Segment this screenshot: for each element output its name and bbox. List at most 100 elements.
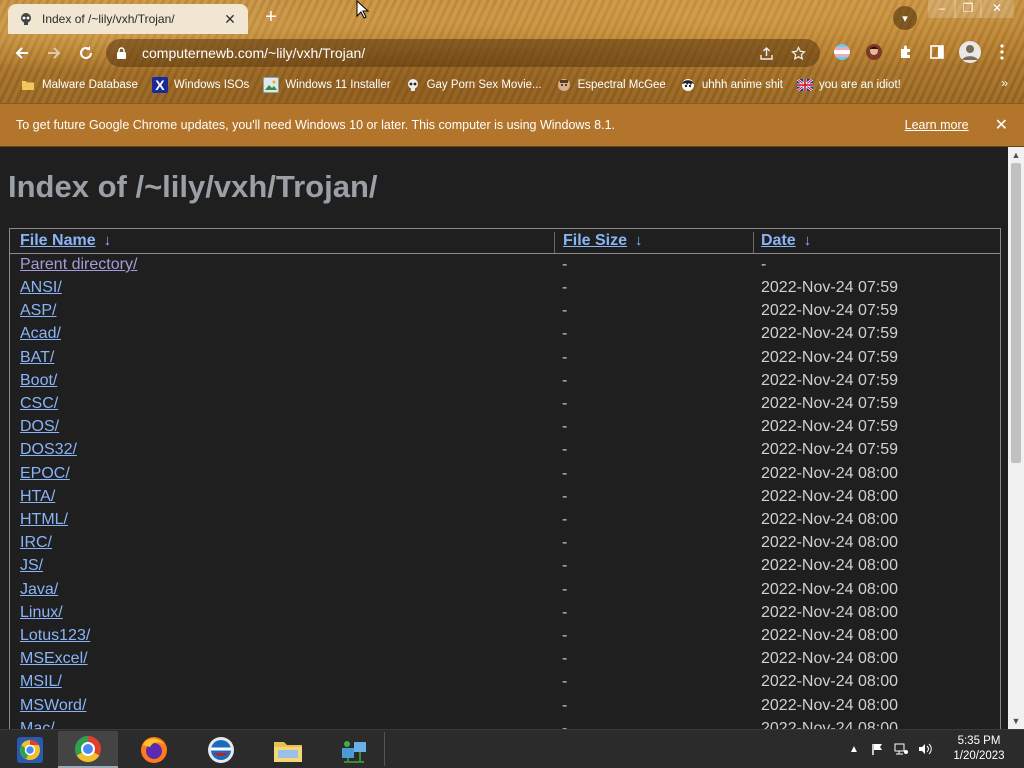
file-size: - xyxy=(562,557,568,575)
directory-link[interactable]: ASP/ xyxy=(20,302,56,319)
scrollbar-thumb[interactable] xyxy=(1011,163,1021,463)
back-arrow-icon xyxy=(15,47,28,59)
table-row: Java/ - 2022-Nov-24 08:00 xyxy=(10,581,1000,604)
table-header: File Name ↓ File Size ↓ Date ↓ xyxy=(10,232,1000,254)
directory-link[interactable]: Linux/ xyxy=(20,604,63,621)
directory-link[interactable]: Java/ xyxy=(20,581,58,598)
infobar-close-icon[interactable]: ✕ xyxy=(995,115,1008,135)
action-center-flag-icon[interactable] xyxy=(868,740,886,758)
sort-by-name-link[interactable]: File Name xyxy=(20,232,96,249)
forward-button[interactable] xyxy=(41,40,67,66)
firefox-taskbar-button[interactable] xyxy=(124,731,184,768)
sort-arrow-icon[interactable]: ↓ xyxy=(104,232,112,249)
bookmark-item[interactable]: Windows 11 Installer xyxy=(263,77,391,93)
back-button[interactable] xyxy=(9,40,35,66)
directory-link[interactable]: EPOC/ xyxy=(20,465,70,482)
extensions-puzzle-icon[interactable] xyxy=(895,41,917,63)
directory-link[interactable]: HTML/ xyxy=(20,511,68,528)
bookmark-star-icon[interactable] xyxy=(786,41,810,65)
browser-frame: Index of /~lily/vxh/Trojan/ ✕ + ▾ – ❐ ✕ … xyxy=(0,0,1024,103)
firefox-icon xyxy=(141,736,167,763)
directory-link[interactable]: BAT/ xyxy=(20,349,54,366)
lock-icon[interactable] xyxy=(116,46,132,60)
directory-link[interactable]: MSWord/ xyxy=(20,697,86,714)
file-size: - xyxy=(562,627,568,644)
volume-icon[interactable] xyxy=(916,740,934,758)
network-tray-icon[interactable] xyxy=(892,740,910,758)
file-size: - xyxy=(562,650,568,668)
bookmark-item[interactable]: X Windows ISOs xyxy=(151,77,249,93)
opera-taskbar-button[interactable] xyxy=(191,731,251,768)
network-taskbar-button[interactable] xyxy=(324,731,384,768)
address-bar[interactable]: computernewb.com/~lily/vxh/Trojan/ xyxy=(106,39,820,67)
table-row: MSIL/ - 2022-Nov-24 08:00 xyxy=(10,673,1000,696)
directory-link[interactable]: Boot/ xyxy=(20,372,57,389)
side-panel-icon[interactable] xyxy=(926,41,948,63)
scroll-down-arrow-icon[interactable]: ▼ xyxy=(1008,713,1024,729)
tab-close-icon[interactable]: ✕ xyxy=(222,11,238,28)
directory-link[interactable]: Acad/ xyxy=(20,325,61,342)
sort-by-date-link[interactable]: Date xyxy=(761,232,796,249)
reload-button[interactable] xyxy=(73,40,99,66)
scroll-up-arrow-icon[interactable]: ▲ xyxy=(1008,147,1024,163)
file-explorer-icon xyxy=(274,741,302,762)
bookmark-item[interactable]: you are an idiot! xyxy=(797,77,901,93)
sort-arrow-icon[interactable]: ↓ xyxy=(635,232,643,249)
parent-directory-link[interactable]: Parent directory/ xyxy=(20,256,137,273)
directory-link[interactable]: Mac/ xyxy=(20,720,55,729)
chromium-taskbar-button[interactable] xyxy=(0,731,60,768)
trans-flag-extension-icon[interactable] xyxy=(831,41,853,63)
directory-link[interactable]: HTA/ xyxy=(20,488,55,505)
system-clock[interactable]: 5:35 PM 1/20/2023 xyxy=(946,734,1012,764)
table-row: ANSI/ - 2022-Nov-24 07:59 xyxy=(10,279,1000,302)
file-date: 2022-Nov-24 07:59 xyxy=(761,325,898,343)
table-row: Linux/ - 2022-Nov-24 08:00 xyxy=(10,604,1000,627)
bookmark-item[interactable]: Gay Porn Sex Movie... xyxy=(405,77,542,93)
bookmark-item[interactable]: uhhh anime shit xyxy=(680,77,783,93)
file-size: - xyxy=(562,418,568,436)
learn-more-link[interactable]: Learn more xyxy=(905,118,969,132)
directory-link[interactable]: IRC/ xyxy=(20,534,52,551)
sort-by-size-link[interactable]: File Size xyxy=(563,232,627,249)
browser-tab[interactable]: Index of /~lily/vxh/Trojan/ ✕ xyxy=(8,4,248,34)
directory-link[interactable]: Lotus123/ xyxy=(20,627,90,644)
chrome-menu-icon[interactable] xyxy=(991,41,1013,63)
close-window-button[interactable]: ✕ xyxy=(980,0,1014,18)
file-size: - xyxy=(562,534,568,552)
directory-link[interactable]: JS/ xyxy=(20,557,43,574)
browser-toolbar: computernewb.com/~lily/vxh/Trojan/ xyxy=(0,36,1024,70)
file-explorer-taskbar-button[interactable] xyxy=(258,731,318,768)
directory-link[interactable]: CSC/ xyxy=(20,395,58,412)
tab-search-button[interactable]: ▾ xyxy=(893,6,917,30)
profile-avatar-icon[interactable] xyxy=(957,39,983,65)
minimize-button[interactable]: – xyxy=(928,0,956,18)
share-icon[interactable] xyxy=(754,41,778,65)
show-hidden-icons-icon[interactable]: ▲ xyxy=(845,740,863,758)
restore-button[interactable]: ❐ xyxy=(954,0,982,18)
url-text[interactable]: computernewb.com/~lily/vxh/Trojan/ xyxy=(142,45,746,61)
file-size: - xyxy=(562,256,568,273)
file-date: 2022-Nov-24 08:00 xyxy=(761,511,898,528)
directory-link[interactable]: MSIL/ xyxy=(20,673,62,690)
bookmarks-overflow-button[interactable]: » xyxy=(1001,76,1008,90)
taskbar-separator xyxy=(384,732,385,766)
directory-link[interactable]: DOS/ xyxy=(20,418,59,435)
file-date: 2022-Nov-24 07:59 xyxy=(761,371,898,389)
directory-link[interactable]: DOS32/ xyxy=(20,441,77,458)
vertical-scrollbar[interactable]: ▲ ▼ xyxy=(1008,147,1024,729)
directory-link[interactable]: MSExcel/ xyxy=(20,650,88,667)
table-row: MSWord/ - 2022-Nov-24 08:00 xyxy=(10,697,1000,720)
table-row: HTA/ - 2022-Nov-24 08:00 xyxy=(10,488,1000,511)
chrome-taskbar-button[interactable] xyxy=(58,731,118,768)
column-divider xyxy=(753,232,754,253)
new-tab-button[interactable]: + xyxy=(260,7,282,29)
table-row: JS/ - 2022-Nov-24 08:00 xyxy=(10,557,1000,580)
file-date: 2022-Nov-24 08:00 xyxy=(761,487,898,505)
bookmark-item[interactable]: Espectral McGee xyxy=(556,77,666,93)
directory-link[interactable]: ANSI/ xyxy=(20,279,62,296)
avatar-extension-icon[interactable] xyxy=(863,41,885,63)
file-date: 2022-Nov-24 08:00 xyxy=(761,627,898,644)
bookmark-item[interactable]: Malware Database xyxy=(20,77,138,93)
sort-arrow-icon[interactable]: ↓ xyxy=(804,232,812,249)
file-size: - xyxy=(562,696,568,714)
